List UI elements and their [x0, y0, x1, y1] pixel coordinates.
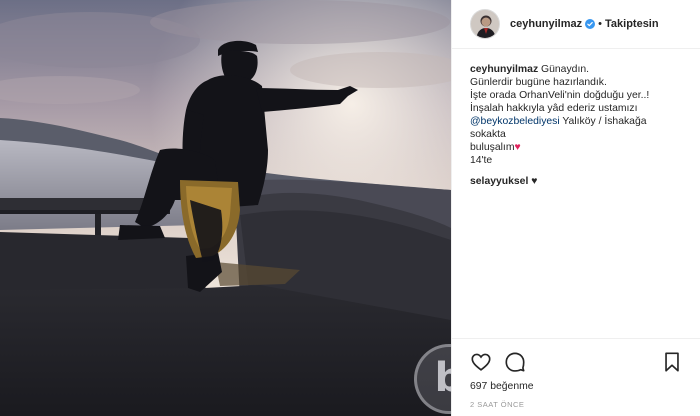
- caption-line-4: İnşalah hakkıyla yâd ederiz ustamızı: [470, 103, 638, 114]
- caption-line-1: Günaydın.: [541, 64, 589, 75]
- comment-text: ♥: [531, 176, 538, 187]
- comment-username[interactable]: selayyuksel: [470, 176, 528, 187]
- caption-heart-emoji: ♥: [514, 142, 521, 153]
- bookmark-icon[interactable]: [661, 351, 683, 373]
- comment-icon[interactable]: [504, 351, 526, 373]
- post-photo[interactable]: b: [0, 0, 451, 416]
- statue-silhouette-image: [0, 0, 451, 416]
- caption-username[interactable]: ceyhunyilmaz: [470, 64, 538, 75]
- post-header: ceyhunyilmaz • Takiptesin: [452, 0, 700, 49]
- caption-line-3: İşte orada OrhanVeli'nin doğduğu yer..!: [470, 90, 650, 101]
- caption-line-6: buluşalım: [470, 142, 515, 153]
- following-button[interactable]: Takiptesin: [605, 18, 659, 30]
- post-footer: 697 beğenme 2 SAAT ÖNCE: [452, 338, 700, 409]
- header-username[interactable]: ceyhunyilmaz: [510, 18, 582, 30]
- caption-line-7: 14'te: [470, 155, 493, 166]
- post-timestamp: 2 SAAT ÖNCE: [470, 400, 525, 409]
- caption-line-2: Günlerdir bugüne hazırlandık.: [470, 77, 607, 88]
- avatar-image: [471, 10, 499, 38]
- post-caption: ceyhunyilmaz Günaydın. Günlerdir bugüne …: [452, 49, 700, 167]
- post-sidebar: ceyhunyilmaz • Takiptesin ceyhunyilmaz G…: [451, 0, 700, 416]
- heart-icon[interactable]: [470, 351, 492, 373]
- avatar[interactable]: [470, 9, 500, 39]
- comment-item: selayyuksel ♥: [452, 167, 700, 187]
- caption-mention-link[interactable]: @beykozbelediyesi: [470, 116, 560, 127]
- like-count[interactable]: 697 beğenme: [470, 381, 683, 392]
- action-bar: [470, 351, 683, 373]
- instagram-post: b ceyhunyilmaz • Takiptesin ceyhunyilmaz…: [0, 0, 700, 416]
- verified-badge-icon: [585, 19, 596, 29]
- header-separator: •: [598, 18, 602, 30]
